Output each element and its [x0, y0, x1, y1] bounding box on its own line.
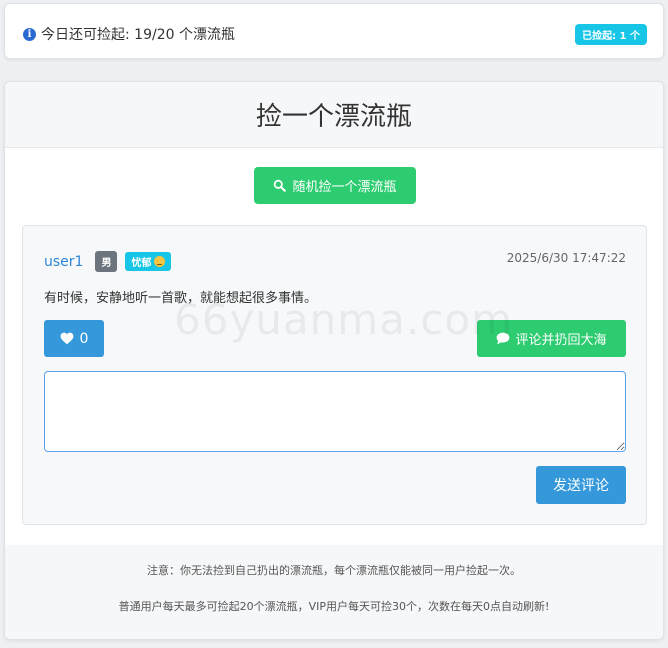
card-header: 捡一个漂流瓶: [5, 82, 663, 148]
daily-quota-bar: i 今日还可捡起: 19/20 个漂流瓶 已捡起: 1 个: [4, 3, 664, 59]
rules-footer: 注意：你无法捡到自己扔出的漂流瓶，每个漂流瓶仅能被同一用户捡起一次。 普通用户每…: [5, 545, 663, 639]
send-comment-button[interactable]: 发送评论: [536, 466, 626, 504]
bottle-card: user1 男 忧郁 2025/6/30 17:47:22 有时候，安静地听一首…: [22, 225, 647, 525]
mood-badge: 忧郁: [125, 252, 172, 271]
bottle-content: 有时候，安静地听一首歌，就能想起很多事情。: [44, 291, 318, 306]
info-icon: i: [23, 27, 36, 41]
mood-label: 忧郁: [131, 258, 152, 269]
quota-info: i 今日还可捡起: 19/20 个漂流瓶: [23, 24, 235, 44]
page-title: 捡一个漂流瓶: [255, 102, 412, 132]
heart-icon: [60, 332, 73, 345]
random-pick-button[interactable]: 随机捡一个漂流瓶: [254, 167, 416, 204]
bottle-author-row: user1 男 忧郁: [44, 251, 172, 272]
comment-icon: [497, 332, 510, 345]
send-comment-label: 发送评论: [553, 478, 609, 494]
bottle-timestamp: 2025/6/30 17:47:22: [506, 251, 626, 265]
random-pick-label: 随机捡一个漂流瓶: [292, 180, 397, 195]
like-count: 0: [79, 330, 89, 347]
gender-badge: 男: [95, 251, 118, 272]
pick-bottle-card: 捡一个漂流瓶 随机捡一个漂流瓶 user1 男 忧郁 2025/6/30 17:…: [4, 81, 664, 640]
picked-count-badge: 已捡起: 1 个: [575, 24, 647, 45]
quota-text: 今日还可捡起: 19/20 个漂流瓶: [41, 27, 235, 43]
search-icon: [274, 179, 287, 192]
rule-note-1: 注意：你无法捡到自己扔出的漂流瓶，每个漂流瓶仅能被同一用户捡起一次。: [147, 564, 521, 577]
rule-note-2: 普通用户每天最多可捡起20个漂流瓶，VIP用户每天可捡30个，次数在每天0点自动…: [118, 600, 550, 613]
comment-throw-back-button[interactable]: 评论并扔回大海: [477, 320, 626, 357]
author-username[interactable]: user1: [44, 254, 83, 270]
comment-input[interactable]: [44, 371, 626, 452]
like-button[interactable]: 0: [44, 320, 104, 357]
throw-back-label: 评论并扔回大海: [515, 333, 607, 348]
mood-face-icon: [154, 256, 166, 267]
